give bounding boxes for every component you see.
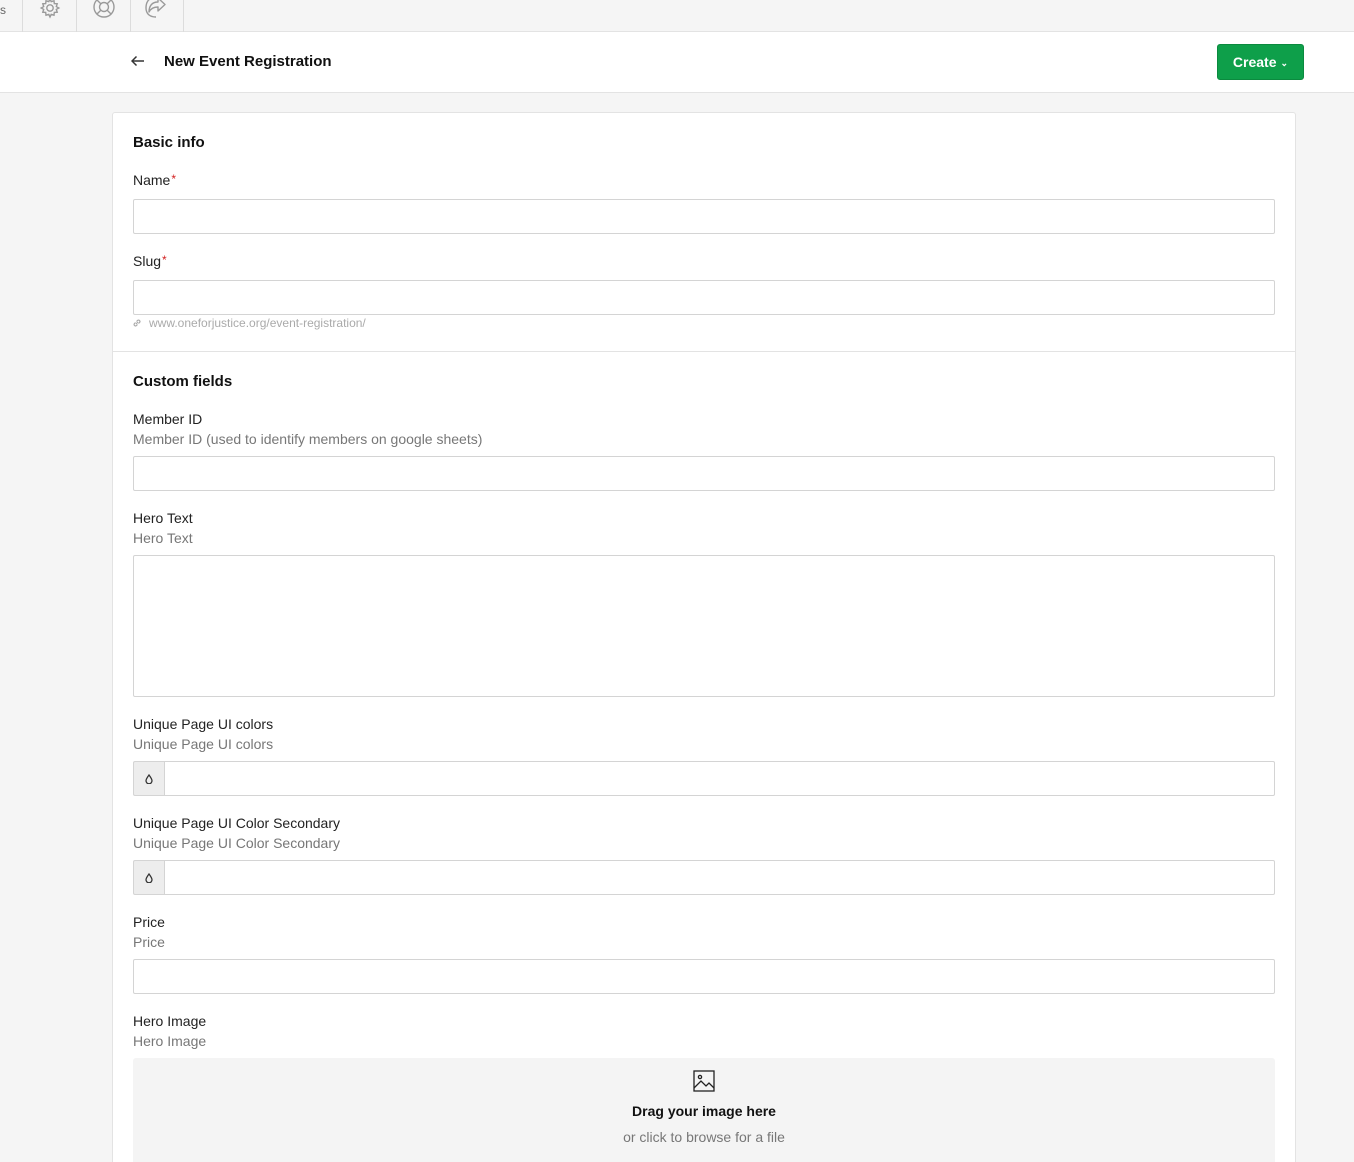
name-label-text: Name — [133, 172, 171, 188]
chevron-down-icon: ⌄ — [1280, 57, 1289, 68]
ui-colors-help: Unique Page UI colors — [133, 736, 274, 752]
back-button[interactable] — [128, 52, 148, 72]
page-title: New Event Registration — [164, 53, 332, 70]
ui-color-secondary-field — [133, 860, 1275, 895]
droplet-icon — [145, 870, 153, 886]
ui-color-secondary-input[interactable] — [164, 860, 1275, 895]
dropzone-subtitle: or click to browse for a file — [623, 1129, 785, 1145]
create-button[interactable]: Create ⌄ — [1217, 44, 1304, 80]
hero-text-label: Hero Text — [133, 510, 193, 526]
hero-text-textarea[interactable] — [133, 555, 1275, 697]
share-icon — [144, 0, 170, 25]
page-header: New Event Registration Create ⌄ — [0, 32, 1354, 93]
image-dropzone[interactable]: Drag your image here or click to browse … — [133, 1058, 1275, 1162]
section-divider — [113, 351, 1295, 352]
help-button[interactable] — [76, 0, 130, 32]
name-input[interactable] — [133, 199, 1275, 234]
color-picker-button[interactable] — [133, 860, 164, 895]
price-help: Price — [133, 934, 165, 950]
required-mark: * — [171, 172, 177, 186]
slug-url-hint: www.oneforjustice.org/event-registration… — [133, 316, 366, 330]
arrow-left-icon — [130, 54, 145, 70]
name-label: Name* — [133, 172, 176, 188]
truncated-nav-label: s — [0, 3, 6, 17]
slug-url: www.oneforjustice.org/event-registration… — [149, 316, 366, 330]
member-id-help: Member ID (used to identify members on g… — [133, 431, 483, 447]
price-input[interactable] — [133, 959, 1275, 994]
image-icon — [693, 1070, 715, 1095]
top-toolbar: s — [0, 0, 1354, 32]
member-id-label: Member ID — [133, 411, 203, 427]
required-mark: * — [162, 253, 167, 267]
ui-colors-label: Unique Page UI colors — [133, 716, 274, 732]
share-button[interactable] — [130, 0, 184, 32]
custom-fields-title: Custom fields — [133, 373, 233, 390]
member-id-input[interactable] — [133, 456, 1275, 491]
ui-colors-field — [133, 761, 1275, 796]
hero-image-help: Hero Image — [133, 1033, 207, 1049]
gear-icon — [38, 0, 62, 25]
price-label: Price — [133, 914, 165, 930]
ui-color-secondary-label: Unique Page UI Color Secondary — [133, 815, 341, 831]
hero-text-help: Hero Text — [133, 530, 193, 546]
form-card: Basic info Name* Slug* www.oneforjustice… — [112, 112, 1296, 1162]
color-picker-button[interactable] — [133, 761, 164, 796]
ui-colors-input[interactable] — [164, 761, 1275, 796]
basic-info-title: Basic info — [133, 134, 205, 151]
slug-label: Slug* — [133, 253, 167, 269]
link-icon — [133, 316, 141, 330]
dropzone-title: Drag your image here — [632, 1103, 776, 1119]
settings-button[interactable] — [22, 0, 76, 32]
hero-image-label: Hero Image — [133, 1013, 207, 1029]
slug-label-text: Slug — [133, 253, 162, 269]
ui-color-secondary-help: Unique Page UI Color Secondary — [133, 835, 341, 851]
droplet-icon — [145, 771, 153, 787]
slug-input[interactable] — [133, 280, 1275, 315]
create-button-label: Create — [1232, 54, 1277, 70]
lifebuoy-icon — [92, 0, 116, 25]
